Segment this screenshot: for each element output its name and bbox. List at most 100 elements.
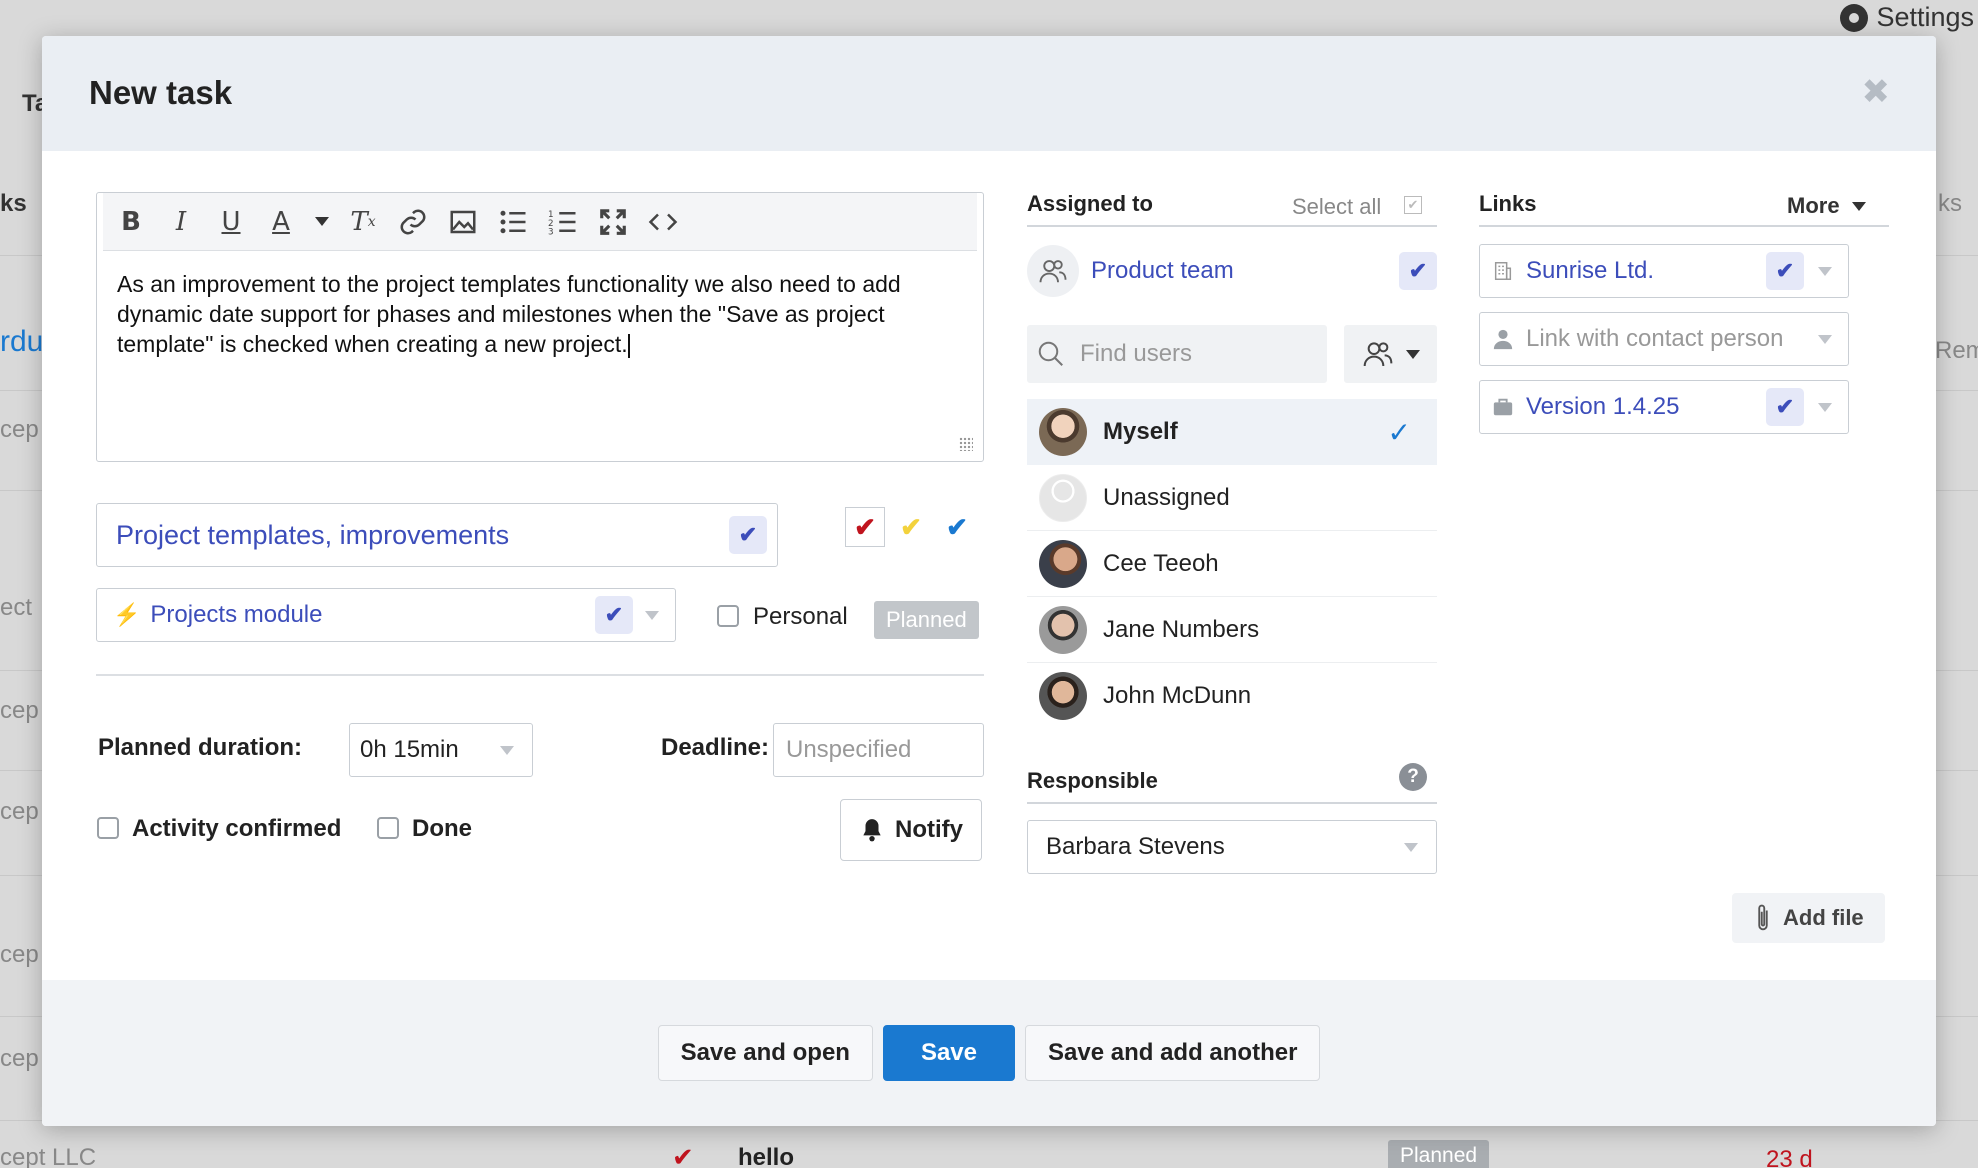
dialog-header: New task ✖ xyxy=(42,36,1936,151)
svg-text:3: 3 xyxy=(548,227,554,237)
personal-checkbox[interactable] xyxy=(717,605,739,627)
text-color-icon[interactable]: A xyxy=(263,204,299,240)
version-value: Version 1.4.25 xyxy=(1526,393,1680,420)
duration-select[interactable]: 0h 15min xyxy=(349,723,533,777)
company-link-field[interactable]: Sunrise Ltd. ✔ xyxy=(1479,244,1849,298)
underline-icon[interactable]: U xyxy=(213,204,249,240)
help-icon[interactable]: ? xyxy=(1399,763,1427,791)
notify-label: Notify xyxy=(895,816,963,843)
responsible-divider xyxy=(1027,802,1437,804)
deadline-placeholder: Unspecified xyxy=(786,736,912,763)
checkmark-icon: ✓ xyxy=(1387,416,1411,448)
deadline-input[interactable]: Unspecified xyxy=(773,723,984,777)
avatar xyxy=(1039,605,1087,654)
avatar xyxy=(1039,539,1087,588)
user-row-cee-teeoh[interactable]: Cee Teeoh xyxy=(1027,531,1437,597)
chevron-down-icon xyxy=(1851,201,1866,211)
bg-company: cept LLC xyxy=(0,1144,97,1168)
user-row-myself[interactable]: Myself ✓ xyxy=(1027,399,1437,465)
close-icon[interactable]: ✖ xyxy=(1862,72,1891,112)
image-icon[interactable] xyxy=(445,204,481,240)
task-title-value: Project templates, improvements xyxy=(116,519,510,550)
check-icon[interactable]: ✔ xyxy=(1766,252,1804,290)
check-icon[interactable]: ✔ xyxy=(1399,252,1437,290)
links-divider xyxy=(1479,225,1889,227)
remove-format-icon[interactable]: Tx xyxy=(345,204,381,240)
priority-yellow-check[interactable]: ✔ xyxy=(891,507,931,547)
user-row-john-mcdunn[interactable]: John McDunn xyxy=(1027,663,1437,729)
chevron-down-icon[interactable] xyxy=(1818,334,1832,344)
chevron-down-icon[interactable] xyxy=(1818,266,1832,276)
activity-confirmed-checkbox[interactable] xyxy=(97,817,119,839)
add-file-button[interactable]: Add file xyxy=(1732,893,1885,943)
user-name: Myself xyxy=(1103,418,1178,445)
briefcase-icon xyxy=(1493,398,1513,416)
chevron-down-icon[interactable] xyxy=(1818,402,1832,412)
team-name: Product team xyxy=(1091,257,1234,284)
add-file-label: Add file xyxy=(1783,905,1864,930)
more-menu[interactable]: More xyxy=(1787,193,1866,219)
user-group-filter[interactable] xyxy=(1344,325,1437,383)
text-color-dropdown-icon[interactable] xyxy=(313,204,331,240)
priority-blue-check[interactable]: ✔ xyxy=(937,507,977,547)
chevron-down-icon xyxy=(500,745,514,755)
bold-icon[interactable]: B xyxy=(113,204,149,240)
dialog-body: B I U A Tx 123 As an improvement to the … xyxy=(42,151,1936,1016)
priority-red-check[interactable]: ✔ xyxy=(845,507,885,547)
assigned-divider xyxy=(1027,225,1437,227)
chevron-down-icon xyxy=(1404,842,1418,852)
search-icon xyxy=(1038,341,1063,366)
check-icon[interactable]: ✔ xyxy=(595,596,633,634)
maximize-icon[interactable] xyxy=(595,204,631,240)
building-icon xyxy=(1494,262,1512,280)
module-field[interactable]: ⚡ Projects module ✔ xyxy=(96,588,676,642)
select-all-checkbox[interactable]: ✔ xyxy=(1404,196,1422,214)
bg-rem-label: Rem xyxy=(1935,337,1978,364)
module-value: Projects module xyxy=(150,601,323,628)
save-and-open-button[interactable]: Save and open xyxy=(657,1025,873,1081)
version-link-field[interactable]: Version 1.4.25 ✔ xyxy=(1479,380,1849,434)
bg-task: hello xyxy=(738,1144,795,1168)
chevron-down-icon[interactable] xyxy=(645,610,659,620)
contact-link-field[interactable]: Link with contact person xyxy=(1479,312,1849,366)
responsible-select[interactable]: Barbara Stevens xyxy=(1027,820,1437,874)
bg-row-text: cep xyxy=(0,697,39,724)
description-content: As an improvement to the project templat… xyxy=(117,271,901,357)
paperclip-icon xyxy=(1758,904,1768,931)
check-icon[interactable]: ✔ xyxy=(729,516,767,554)
contact-placeholder: Link with contact person xyxy=(1526,325,1784,352)
bulleted-list-icon[interactable] xyxy=(495,204,531,240)
save-and-add-another-button[interactable]: Save and add another xyxy=(1025,1025,1321,1081)
description-text[interactable]: As an improvement to the project templat… xyxy=(97,251,983,377)
person-icon xyxy=(1493,329,1513,350)
description-editor: B I U A Tx 123 As an improvement to the … xyxy=(96,192,984,462)
link-icon[interactable] xyxy=(395,204,431,240)
bg-row-text: cep xyxy=(0,941,39,968)
gear-icon xyxy=(1840,3,1869,32)
bg-row-text: cep xyxy=(0,1045,39,1072)
user-row-unassigned[interactable]: Unassigned xyxy=(1027,465,1437,531)
check-icon[interactable]: ✔ xyxy=(1766,388,1804,426)
company-value: Sunrise Ltd. xyxy=(1526,257,1655,284)
avatar-placeholder xyxy=(1039,473,1087,522)
italic-icon[interactable]: I xyxy=(163,204,199,240)
dialog-footer: Save and open Save Save and add another xyxy=(42,980,1936,1126)
bg-row-text: cep xyxy=(0,798,39,825)
team-icon xyxy=(1027,245,1079,297)
resize-grip[interactable] xyxy=(959,437,973,451)
settings-link[interactable]: Settings xyxy=(1836,0,1978,35)
user-row-jane-numbers[interactable]: Jane Numbers xyxy=(1027,597,1437,663)
bg-tasks-label: ks xyxy=(0,190,27,217)
numbered-list-icon[interactable]: 123 xyxy=(545,204,581,240)
team-row[interactable]: Product team ✔ xyxy=(1027,243,1437,299)
source-code-icon[interactable] xyxy=(645,204,681,240)
done-checkbox[interactable] xyxy=(377,817,399,839)
bg-org-label: rdu xyxy=(0,325,44,358)
done-label: Done xyxy=(412,815,472,842)
status-badge[interactable]: Planned xyxy=(874,601,979,639)
find-users-input[interactable]: Find users xyxy=(1027,325,1327,383)
chevron-down-icon xyxy=(1405,349,1420,359)
task-title-field[interactable]: Project templates, improvements ✔ xyxy=(96,503,778,567)
notify-button[interactable]: Notify xyxy=(840,799,982,861)
save-button[interactable]: Save xyxy=(882,1025,1016,1081)
